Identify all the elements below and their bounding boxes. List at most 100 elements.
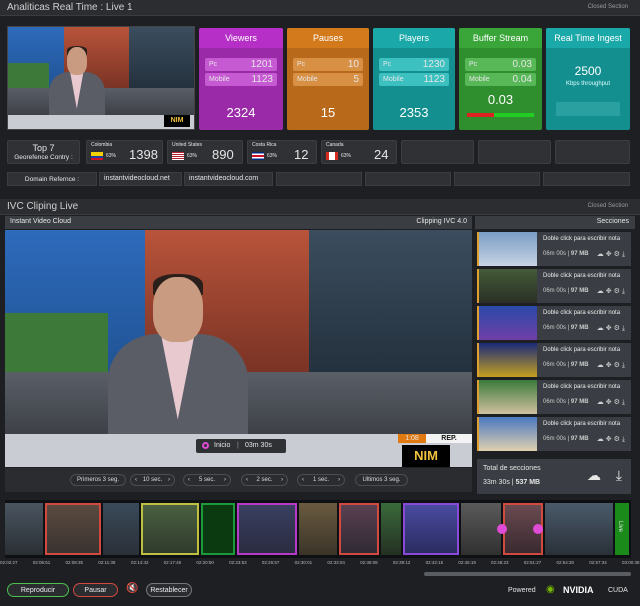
cloud-upload-icon[interactable]: ☁: [597, 436, 606, 443]
download-icon[interactable]: ⤓: [622, 362, 627, 369]
timeline-scrollbar[interactable]: [424, 572, 631, 576]
first-3-sec-button[interactable]: Primeros 3 seg.: [70, 474, 126, 486]
move-icon[interactable]: ✥: [606, 362, 614, 369]
cloud-upload-icon[interactable]: ☁: [597, 251, 606, 258]
filmstrip[interactable]: Live: [5, 500, 631, 558]
seek-5-sec-button[interactable]: ‹ 5 sec. ›: [183, 474, 231, 486]
mute-icon[interactable]: 🔇: [126, 583, 138, 594]
settings-icon[interactable]: ⚙: [614, 436, 622, 443]
metric-total: 0.03: [487, 92, 514, 107]
section-note[interactable]: Doble click para escribir nota: [543, 310, 620, 316]
section-note[interactable]: Doble click para escribir nota: [543, 421, 620, 427]
timeline-tick-label: 02:02:27: [0, 560, 18, 565]
domain-item[interactable]: instantvideocloud.net: [99, 172, 182, 186]
pc-value: 0.03: [512, 59, 532, 70]
arrow-left-icon: ‹: [135, 477, 137, 483]
nvidia-eye-icon: ◉: [546, 584, 555, 595]
cloud-upload-icon[interactable]: ☁: [597, 325, 606, 332]
powered-label: Powered: [508, 587, 536, 594]
section-actions[interactable]: ☁✥⚙⤓: [597, 287, 627, 296]
metric-players: Players Pc 1230 Mobile 1123 2353: [373, 28, 455, 130]
metric-title: Pauses: [287, 28, 369, 48]
section-meta: 06m 00s | 97 MB: [543, 362, 589, 368]
section-actions[interactable]: ☁✥⚙⤓: [597, 250, 627, 259]
section-note[interactable]: Doble click para escribir nota: [543, 236, 620, 242]
section-actions[interactable]: ☁✥⚙⤓: [597, 324, 627, 333]
section-item[interactable]: Doble click para escribir nota 06m 00s |…: [477, 343, 631, 377]
download-icon[interactable]: ⤓: [622, 436, 627, 443]
move-icon[interactable]: ✥: [606, 251, 614, 258]
last-3-sec-button[interactable]: Ultimos 3 seg.: [355, 474, 408, 486]
section-note[interactable]: Doble click para escribir nota: [543, 273, 620, 279]
total-duration: 33m 30s: [483, 479, 510, 486]
move-icon[interactable]: ✥: [606, 325, 614, 332]
pc-label: Pc: [383, 61, 392, 68]
section-actions[interactable]: ☁✥⚙⤓: [597, 361, 627, 370]
total-label: Total de secciones: [483, 465, 541, 472]
cloud-upload-icon[interactable]: ☁: [587, 467, 601, 484]
metric-pauses: Pauses Pc 10 Mobile 5 15: [287, 28, 369, 130]
cuda-label: CUDA: [608, 587, 628, 594]
clip-end-handle[interactable]: [533, 524, 543, 534]
inicio-label: Inicio: [214, 442, 231, 449]
section-meta: 06m 00s | 97 MB: [543, 325, 589, 331]
domain-slot-empty: [276, 172, 362, 186]
play-button[interactable]: Reproducir: [7, 583, 69, 597]
move-icon[interactable]: ✥: [606, 436, 614, 443]
main-video-frame: [5, 230, 472, 467]
download-icon[interactable]: ⤓: [622, 288, 627, 295]
section-size: 97 MB: [570, 251, 589, 257]
section-item[interactable]: Doble click para escribir nota 06m 00s |…: [477, 306, 631, 340]
download-icon[interactable]: ⤓: [622, 325, 627, 332]
section-size: 97 MB: [570, 288, 589, 294]
settings-icon[interactable]: ⚙: [614, 325, 622, 332]
download-icon[interactable]: ⤓: [622, 399, 627, 406]
section-note[interactable]: Doble click para escribir nota: [543, 347, 620, 353]
arrow-left-icon: ‹: [302, 477, 304, 483]
cloud-upload-icon[interactable]: ☁: [597, 288, 606, 295]
seek-10-sec-button[interactable]: ‹ 10 sec. ›: [130, 474, 175, 486]
settings-icon[interactable]: ⚙: [614, 288, 622, 295]
seek-label: 2 sec.: [256, 477, 273, 483]
settings-icon[interactable]: ⚙: [614, 251, 622, 258]
timeline-tick-label: 02:14:42: [130, 560, 149, 565]
country-name: Colombia: [91, 142, 113, 148]
arrow-right-icon: ›: [338, 477, 340, 483]
seek-label: 5 sec.: [198, 477, 215, 483]
pause-button[interactable]: Pausar: [73, 583, 118, 597]
cloud-upload-icon[interactable]: ☁: [597, 362, 606, 369]
analytics-closed-section[interactable]: Closed Section: [588, 4, 628, 10]
download-icon[interactable]: ⤓: [616, 467, 622, 484]
domain-item[interactable]: instantvideocloud.com: [184, 172, 273, 186]
player-header: Instant Video Cloud Clipping IVC 4.0: [5, 216, 472, 229]
main-video[interactable]: Inicio | 03m 30s 1:08 REP. NIM: [5, 230, 472, 467]
section-item[interactable]: Doble click para escribir nota 06m 00s |…: [477, 232, 631, 266]
section-meta: 06m 00s | 97 MB: [543, 288, 589, 294]
move-icon[interactable]: ✥: [606, 288, 614, 295]
download-icon[interactable]: ⤓: [622, 251, 627, 258]
domain-label: Domain Refernce :: [24, 176, 80, 183]
live-preview[interactable]: NIM: [7, 26, 195, 130]
seek-2-sec-button[interactable]: ‹ 2 sec. ›: [241, 474, 288, 486]
record-dot-icon: [202, 442, 209, 449]
section-item[interactable]: Doble click para escribir nota 06m 00s |…: [477, 269, 631, 303]
reset-button[interactable]: Restablecer: [146, 583, 192, 597]
settings-icon[interactable]: ⚙: [614, 362, 622, 369]
section-item[interactable]: Doble click para escribir nota 06m 00s |…: [477, 380, 631, 414]
inicio-marker[interactable]: Inicio | 03m 30s: [196, 439, 286, 453]
clipping-closed-section[interactable]: Closed Section: [588, 203, 628, 209]
domain-label-box: Domain Refernce :: [7, 172, 97, 186]
section-actions[interactable]: ☁✥⚙⤓: [597, 435, 627, 444]
country-colombia: Colombia 63% 1398: [86, 140, 163, 164]
ingest-unit: Kbps throughput: [565, 81, 611, 87]
settings-icon[interactable]: ⚙: [614, 399, 622, 406]
cloud-upload-icon[interactable]: ☁: [597, 399, 606, 406]
timeline-tick-label: 02:08:35: [65, 560, 83, 565]
section-item[interactable]: Doble click para escribir nota 06m 00s |…: [477, 417, 631, 451]
timeline-tick-label: 02:42:15: [425, 560, 444, 565]
move-icon[interactable]: ✥: [606, 399, 614, 406]
clip-start-handle[interactable]: [497, 524, 507, 534]
section-note[interactable]: Doble click para escribir nota: [543, 384, 620, 390]
seek-1-sec-button[interactable]: ‹ 1 sec. ›: [297, 474, 345, 486]
section-actions[interactable]: ☁✥⚙⤓: [597, 398, 627, 407]
